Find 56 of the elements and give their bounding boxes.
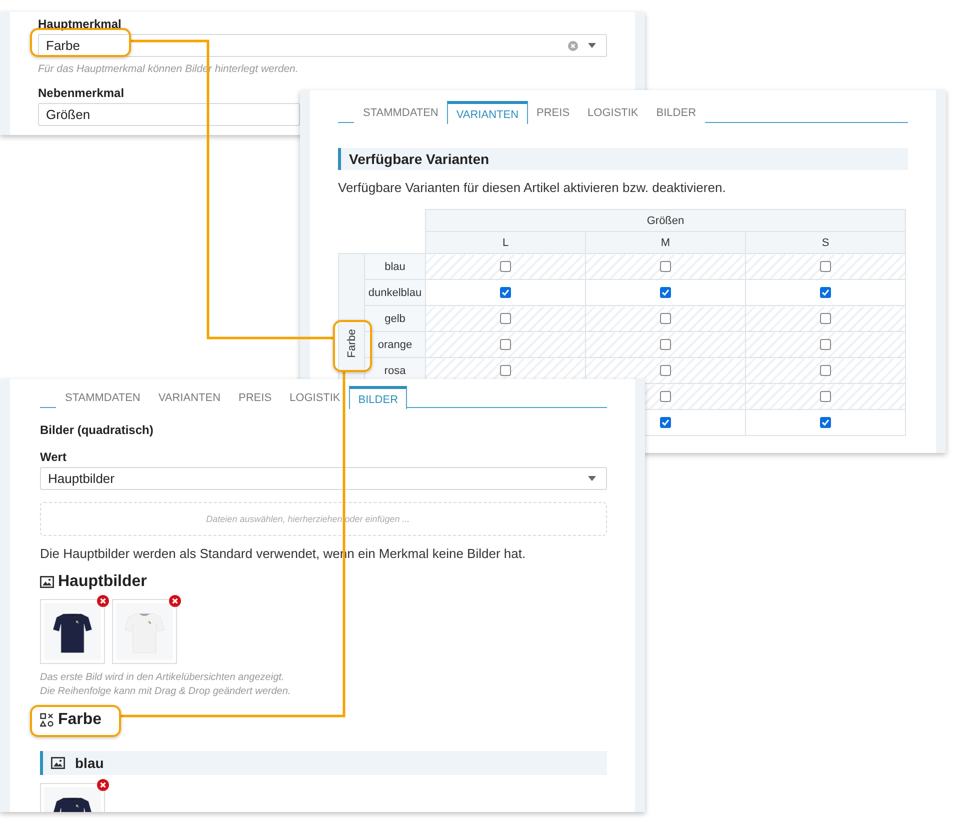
checkbox[interactable] [500, 287, 511, 298]
checkbox[interactable] [660, 417, 671, 428]
checkbox[interactable] [820, 417, 831, 428]
row-header: orange [364, 332, 426, 358]
remove-icon[interactable] [97, 779, 109, 791]
checkbox[interactable] [820, 313, 831, 324]
checkbox[interactable] [820, 339, 831, 350]
checkbox[interactable] [660, 313, 671, 324]
section-label: Bilder (quadratisch) [40, 423, 154, 437]
hint-text: Die Reihenfolge kann mit Drag & Drop geändert werden. [40, 686, 292, 697]
callout-box [333, 320, 372, 372]
checkbox[interactable] [500, 339, 511, 350]
description-text: Verfügbare Varianten für diesen Artikel aktivieren bzw. deaktivieren. [338, 180, 727, 195]
select-field[interactable]: Farbe [38, 34, 607, 57]
field-label: Wert [40, 450, 68, 464]
checkbox[interactable] [500, 261, 511, 272]
image-icon [51, 757, 65, 769]
caret-icon [588, 43, 596, 48]
checkbox[interactable] [820, 261, 831, 272]
column-group-header: Größen [426, 210, 906, 232]
section-heading: Hauptbilder [58, 573, 147, 591]
checkbox[interactable] [660, 391, 671, 402]
select-field[interactable]: Hauptbilder [40, 467, 607, 490]
select-field[interactable]: Größen [38, 103, 300, 126]
column-header: S [746, 232, 906, 254]
column-header: L [426, 232, 586, 254]
image-icon [40, 576, 54, 588]
remove-icon[interactable] [97, 595, 109, 607]
tab[interactable]: STAMMDATEN [354, 100, 448, 124]
remove-icon[interactable] [169, 595, 181, 607]
section-heading: Farbe [58, 711, 102, 729]
tab[interactable]: BILDER [349, 386, 408, 408]
hint-text: Das erste Bild wird in den Artikelübersichten angezeigt. [40, 672, 286, 683]
checkbox[interactable] [660, 287, 671, 298]
checkbox[interactable] [660, 339, 671, 350]
checkbox[interactable] [820, 391, 831, 402]
section-title: Verfügbare Varianten [338, 148, 908, 170]
checkbox[interactable] [500, 313, 511, 324]
caret-icon [588, 476, 596, 481]
field-label: Hauptmerkmal [38, 17, 122, 31]
checkbox[interactable] [820, 287, 831, 298]
shapes-icon [40, 713, 54, 727]
checkbox[interactable] [660, 365, 671, 376]
row-header: gelb [364, 306, 426, 332]
tab[interactable]: VARIANTEN [447, 100, 528, 124]
checkbox[interactable] [820, 365, 831, 376]
tab[interactable]: LOGISTIK [280, 386, 350, 408]
checkbox[interactable] [660, 261, 671, 272]
field-label: Nebenmerkmal [38, 86, 126, 100]
clear-icon[interactable] [568, 40, 578, 50]
row-header: dunkelblau [364, 280, 426, 306]
group-title: blau [75, 755, 104, 771]
checkbox[interactable] [500, 365, 511, 376]
column-header: M [586, 232, 746, 254]
row-header: blau [364, 254, 426, 280]
tab[interactable]: PREIS [528, 100, 579, 124]
